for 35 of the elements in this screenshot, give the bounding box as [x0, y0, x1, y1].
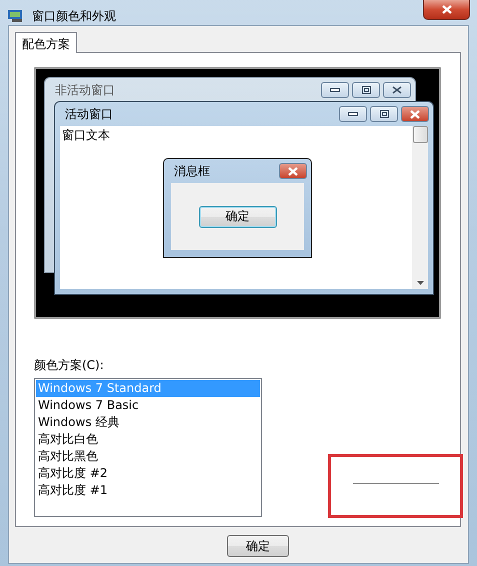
- maximize-button[interactable]: [370, 106, 398, 122]
- close-button[interactable]: [279, 163, 307, 179]
- minimize-button[interactable]: [339, 106, 367, 122]
- window-text: 窗口文本: [61, 127, 111, 144]
- maximize-icon: [380, 110, 388, 118]
- close-icon: [440, 5, 452, 14]
- minimize-icon: [348, 112, 358, 116]
- ok-button[interactable]: 确定: [198, 206, 276, 228]
- window-title: 窗口颜色和外观: [32, 8, 117, 25]
- scrollbar-thumb[interactable]: [412, 126, 428, 143]
- color-scheme-label: 颜色方案(C):: [34, 357, 105, 374]
- maximize-button[interactable]: [352, 82, 380, 98]
- list-item[interactable]: Windows 经典: [36, 414, 260, 431]
- close-button[interactable]: [401, 106, 429, 122]
- list-item[interactable]: 高对比白色: [36, 431, 260, 448]
- minimize-icon: [330, 88, 340, 92]
- list-item[interactable]: 高对比度 #1: [36, 482, 260, 499]
- message-box-title: 消息框: [174, 162, 211, 180]
- list-item[interactable]: 高对比黑色: [36, 448, 260, 465]
- scrollbar[interactable]: [412, 126, 428, 289]
- close-icon: [392, 86, 402, 94]
- close-button[interactable]: [383, 82, 411, 98]
- close-icon: [287, 166, 299, 176]
- window-title: 活动窗口: [65, 106, 114, 122]
- list-item[interactable]: Windows 7 Basic: [36, 397, 260, 414]
- down-arrow-icon: [416, 281, 424, 285]
- list-item[interactable]: 高对比度 #2: [36, 465, 260, 482]
- monitor-icon: [8, 9, 24, 23]
- tab[interactable]: 配色方案: [15, 32, 77, 53]
- close-button[interactable]: [423, 0, 470, 20]
- minimize-button[interactable]: [321, 82, 349, 98]
- maximize-icon: [362, 86, 370, 94]
- window-title: 非活动窗口: [55, 82, 116, 98]
- ok-button[interactable]: 确定: [227, 535, 289, 557]
- close-icon: [409, 110, 421, 118]
